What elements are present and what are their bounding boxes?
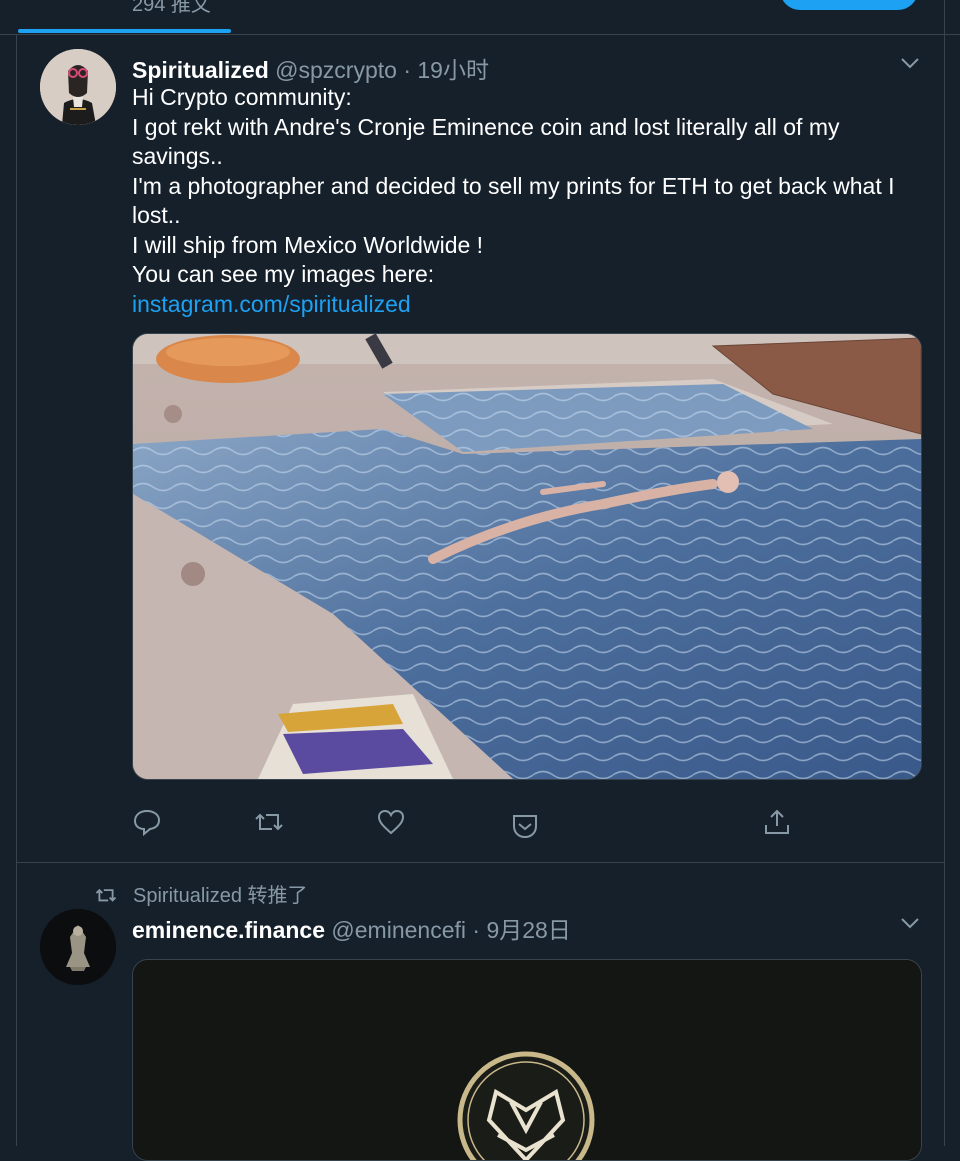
avatar-image	[40, 909, 116, 985]
tweet-photo[interactable]	[132, 333, 922, 780]
avatar[interactable]	[40, 909, 116, 985]
retweet-context-label: Spiritualized 转推了	[133, 885, 308, 907]
tweet-actions	[132, 807, 920, 839]
tweet-text-line: I'm a photographer and decided to sell m…	[132, 172, 895, 229]
save-icon[interactable]	[510, 811, 540, 841]
pool-photo	[133, 334, 921, 779]
tweet[interactable]: Spiritualized @spzcrypto · 19小时 Hi Crypt…	[17, 35, 944, 863]
share-icon[interactable]	[762, 807, 792, 837]
follow-button[interactable]	[780, 0, 918, 10]
retweet-icon[interactable]	[254, 807, 284, 837]
tweet-media[interactable]	[132, 959, 922, 1161]
timestamp[interactable]: 9月28日	[486, 917, 570, 943]
tweet-text-line: Hi Crypto community:	[132, 84, 352, 110]
tweet-text-line: I will ship from Mexico Worldwide !	[132, 231, 484, 258]
chevron-down-icon[interactable]	[900, 57, 920, 69]
tweet-text-line: I got rekt with Andre's Cronje Eminence …	[132, 113, 840, 170]
handle[interactable]: @spzcrypto	[275, 57, 397, 83]
tweet-header: Spiritualized @spzcrypto · 19小时	[132, 51, 489, 85]
display-name[interactable]: eminence.finance	[132, 917, 325, 943]
display-name[interactable]: Spiritualized	[132, 57, 269, 83]
tweet-count: 294 推文	[132, 0, 211, 16]
chevron-down-icon[interactable]	[900, 917, 920, 929]
retweet-context[interactable]: Spiritualized 转推了	[95, 879, 308, 908]
active-tab-indicator	[18, 29, 231, 33]
separator-dot: ·	[403, 57, 411, 83]
tweet-text-line: You can see my images here:	[132, 261, 435, 287]
tweet[interactable]: Spiritualized 转推了 eminence.finance @emin…	[17, 863, 944, 1161]
handle[interactable]: @eminencefi	[331, 917, 466, 943]
retweet-icon	[95, 888, 117, 902]
timeline-header: 294 推文	[0, 0, 960, 35]
tweet-text: Hi Crypto community: I got rekt with And…	[132, 83, 932, 319]
reply-icon[interactable]	[132, 807, 162, 837]
timestamp[interactable]: 19小时	[417, 57, 489, 83]
avatar-image	[40, 49, 116, 125]
instagram-link[interactable]: instagram.com/spiritualized	[132, 290, 932, 320]
like-icon[interactable]	[376, 807, 406, 837]
column-border-right	[944, 0, 945, 1146]
eminence-logo	[133, 960, 921, 1160]
separator-dot: ·	[472, 917, 481, 943]
tweet-header: eminence.finance @eminencefi · 9月28日	[132, 911, 571, 945]
avatar[interactable]	[40, 49, 116, 125]
